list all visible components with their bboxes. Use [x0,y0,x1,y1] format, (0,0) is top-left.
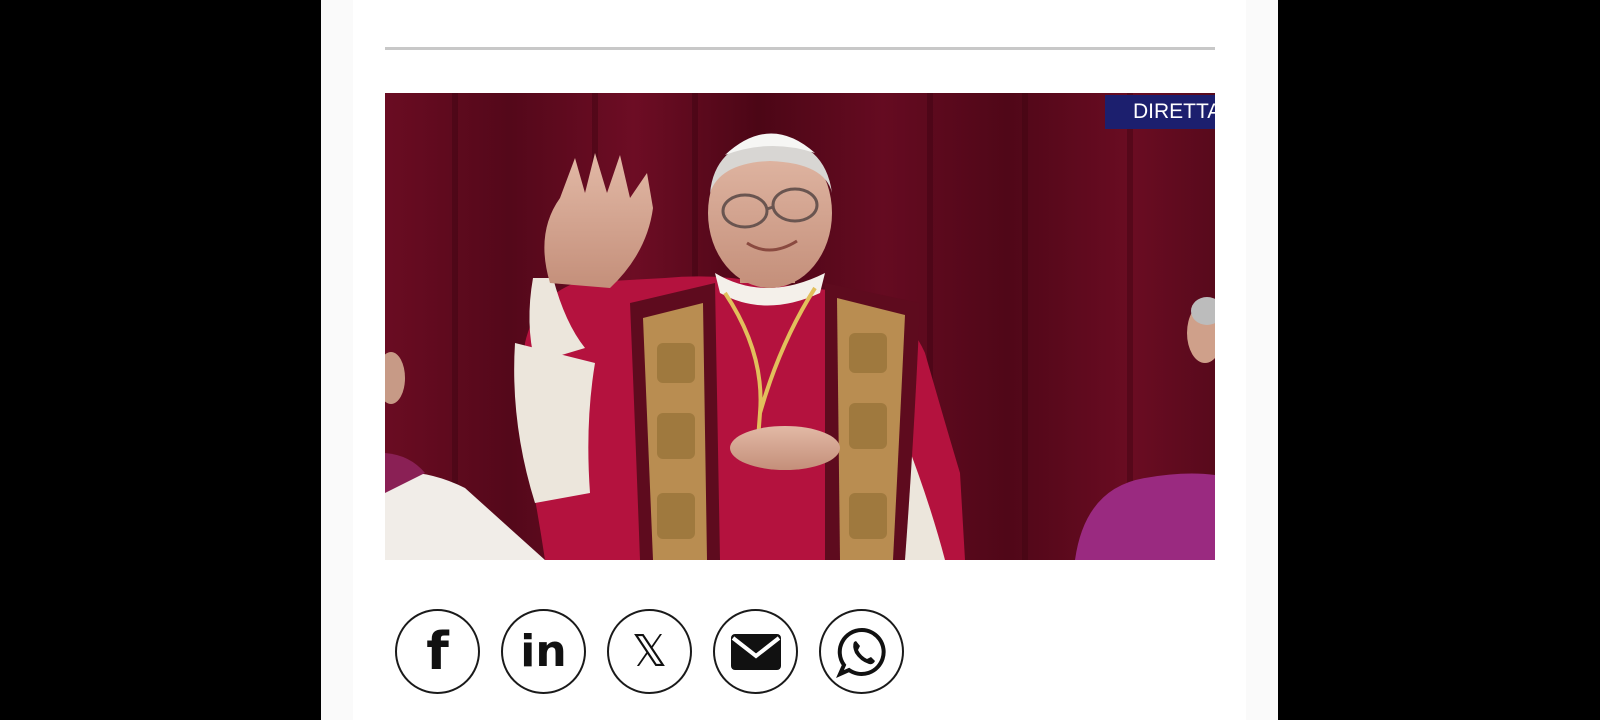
linkedin-icon: in [520,625,567,677]
whatsapp-icon [835,627,886,678]
article-hero-image: DIRETTA [385,93,1215,560]
social-share-bar: f in 𝕏 [395,609,904,694]
share-email-button[interactable] [713,609,798,694]
share-linkedin-button[interactable]: in [501,609,586,694]
section-divider [385,47,1215,50]
live-badge: DIRETTA [1105,95,1215,129]
share-whatsapp-button[interactable] [819,609,904,694]
share-facebook-button[interactable]: f [395,609,480,694]
hero-photo [385,93,1215,560]
share-x-button[interactable]: 𝕏 [607,609,692,694]
facebook-icon: f [426,621,449,682]
envelope-icon [730,633,781,670]
x-icon: 𝕏 [631,625,668,677]
